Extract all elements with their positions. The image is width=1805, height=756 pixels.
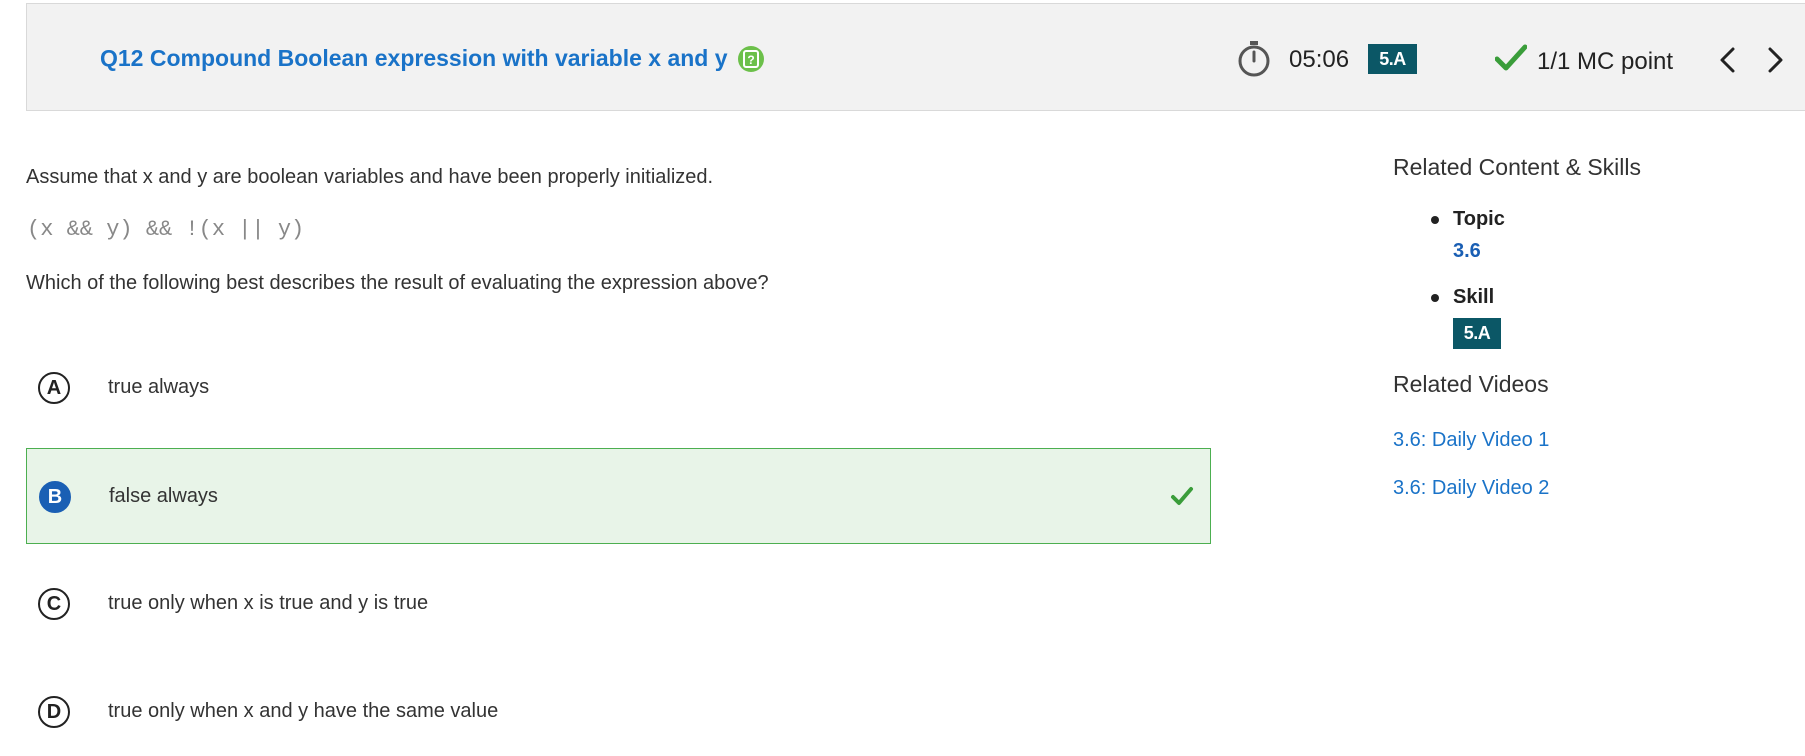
points-score: 1/1 MC point: [1537, 48, 1674, 75]
choice-a[interactable]: A true always: [26, 340, 1211, 436]
question-stem: Assume that x and y are boolean variable…: [26, 166, 714, 188]
choice-text: false always: [109, 485, 218, 507]
choice-text: true always: [108, 376, 210, 398]
svg-text:?: ?: [747, 53, 754, 67]
choice-text: true only when x is true and y is true: [108, 592, 429, 614]
choice-c[interactable]: C true only when x is true and y is true: [26, 556, 1211, 652]
chevron-right-icon[interactable]: [1762, 45, 1788, 75]
topic-link[interactable]: 3.6: [1453, 240, 1481, 263]
question-header: Q12 Compound Boolean expression with var…: [26, 3, 1805, 111]
list-bullet: [1431, 216, 1439, 224]
choice-text: true only when x and y have the same val…: [108, 700, 499, 722]
related-content-heading: Related Content & Skills: [1393, 154, 1642, 180]
topic-label: Topic: [1453, 208, 1505, 230]
check-icon: [1171, 487, 1193, 505]
video-link[interactable]: 3.6: Daily Video 2: [1393, 477, 1549, 500]
choice-letter: C: [38, 588, 70, 620]
check-icon: [1495, 44, 1527, 71]
question-prompt: Which of the following best describes th…: [26, 272, 769, 294]
timer-readout: 05:06: [1289, 46, 1350, 73]
skill-badge: 5.A: [1368, 44, 1417, 74]
list-bullet: [1431, 294, 1439, 302]
video-link[interactable]: 3.6: Daily Video 1: [1393, 429, 1549, 452]
chevron-left-icon[interactable]: [1715, 45, 1741, 75]
skill-label: Skill: [1453, 286, 1495, 308]
choice-letter: A: [38, 372, 70, 404]
stopwatch-icon: [1238, 41, 1270, 77]
related-videos-heading: Related Videos: [1393, 371, 1549, 397]
choice-b[interactable]: B false always: [26, 448, 1211, 544]
skill-badge: 5.A: [1453, 318, 1501, 349]
help-icon[interactable]: ?: [737, 45, 765, 73]
choice-letter: D: [38, 696, 70, 728]
code-expression: (x && y) && !(x || y): [27, 217, 305, 242]
choice-letter: B: [39, 481, 71, 513]
question-title[interactable]: Q12 Compound Boolean expression with var…: [100, 45, 728, 72]
choice-d[interactable]: D true only when x and y have the same v…: [26, 664, 1211, 756]
